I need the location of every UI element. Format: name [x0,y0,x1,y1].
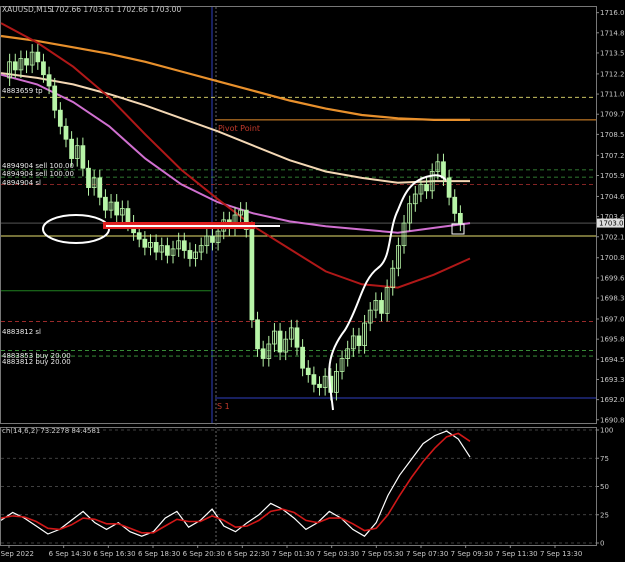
price-tick-label: 1708.50 [600,131,625,139]
candle-body [300,346,305,369]
candle-body [446,177,452,198]
indicator-tick-label: 100 [600,427,613,435]
candle-body [136,232,142,240]
price-tick-label: 1705.95 [600,172,625,180]
candle-body [153,242,159,253]
trading-chart[interactable]: 1716.05 1714.80 1713.55 1712.25 1711.00 1709.… [0,0,625,562]
candle-body [35,51,41,63]
candle-body [249,229,255,321]
indicator-tick-label: 0 [600,540,604,548]
candle-body [311,374,317,385]
candle-body [317,383,322,388]
candle-body [12,61,18,71]
candle-body [356,335,362,347]
candle-body [63,125,69,140]
candle-body [86,167,91,188]
time-tick-label: 6 Sep 22:30 [227,550,269,558]
price-tick-label: 1711.00 [600,91,625,99]
time-tick-label: 6 Sep 18:30 [138,550,180,558]
pivot-point-label: Pivot Point [218,124,260,133]
time-tick-label: 7 Sep 11:30 [495,550,537,558]
time-tick-label: 7 Sep 07:30 [406,550,448,558]
candle-body [294,327,300,348]
candle-body [260,348,266,359]
candle-body [210,235,215,243]
candle-body [142,238,148,248]
price-tick-label: 1713.55 [600,49,625,57]
price-tick-label: 1709.75 [600,111,625,119]
order-label: 4883812 buy 20.00 [2,358,71,366]
time-tick-label: 7 Sep 01:30 [272,550,314,558]
candle-body [57,109,63,127]
indicator-tick-label: 75 [600,455,609,463]
time-tick-label: 6 Sep 20:30 [183,550,225,558]
price-tick-label: 1699.60 [600,274,625,282]
candle-body [24,58,29,66]
candle-body [255,319,260,350]
price-tick-label: 1693.30 [600,376,625,384]
price-tick-label: 1697.05 [600,316,625,324]
candle-body [277,330,283,353]
candle-body [305,367,311,376]
candle-body [103,196,108,211]
candle-body [97,177,103,198]
price-tick-label: 1702.15 [600,233,625,241]
order-label: 4894904 sell 100.00 [2,170,74,178]
time-tick-label: 6 Sep 2022 [0,550,34,558]
symbol-header: XAUUSD,M15 [2,5,52,14]
price-tick-label: 1712.25 [600,70,625,78]
candle-body [452,196,458,214]
candle-body [46,74,52,87]
candle-body [441,161,446,179]
price-tick-label: 1694.55 [600,356,625,364]
time-tick-label: 7 Sep 03:30 [317,550,359,558]
time-tick-label: 7 Sep 09:30 [451,550,493,558]
candle-body [187,250,193,259]
price-tick-label: 1698.35 [600,295,625,303]
time-tick-label: 6 Sep 16:30 [93,550,135,558]
s1-label: S 1 [217,402,230,411]
ohlc-readout: 1702.66 1703.61 1702.66 1703.00 [50,5,181,14]
price-tick-label: 1707.20 [600,152,625,160]
indicator-tick-label: 50 [600,483,609,491]
indicator-tick-label: 25 [600,511,609,519]
candle-body [69,138,74,159]
candle-body [52,85,58,111]
price-tick-label: 1704.65 [600,193,625,201]
candle-body [80,145,86,169]
candle-body [457,212,463,224]
price-tick-label: 1690.80 [600,416,625,424]
price-tick-label: 1716.05 [600,9,625,17]
time-tick-label: 7 Sep 13:30 [540,550,582,558]
order-label: 4894904 sell 100.00 [2,162,74,170]
price-tick-label: 1692.05 [600,396,625,404]
indicator-header: ch(14,6,2) 73.2278 84.4581 [2,427,100,435]
candle-body [125,208,131,224]
candle-body [181,240,187,251]
price-tick-label: 1695.80 [600,336,625,344]
price-tick-label: 1714.80 [600,29,625,37]
order-label: 4883659 tp [2,87,43,95]
candle-body [114,201,120,216]
price-tick-label: 1700.85 [600,254,625,262]
current-price-label: 1703.00 [599,220,625,228]
order-label: 4894904 sl [2,179,41,187]
candle-body [379,300,384,314]
candle-body [41,61,46,76]
candle-body [424,183,429,192]
time-tick-label: 7 Sep 05:30 [361,550,403,558]
order-label: 4883812 sl [2,328,41,336]
time-tick-label: 6 Sep 14:30 [49,550,91,558]
candle-body [165,245,170,256]
